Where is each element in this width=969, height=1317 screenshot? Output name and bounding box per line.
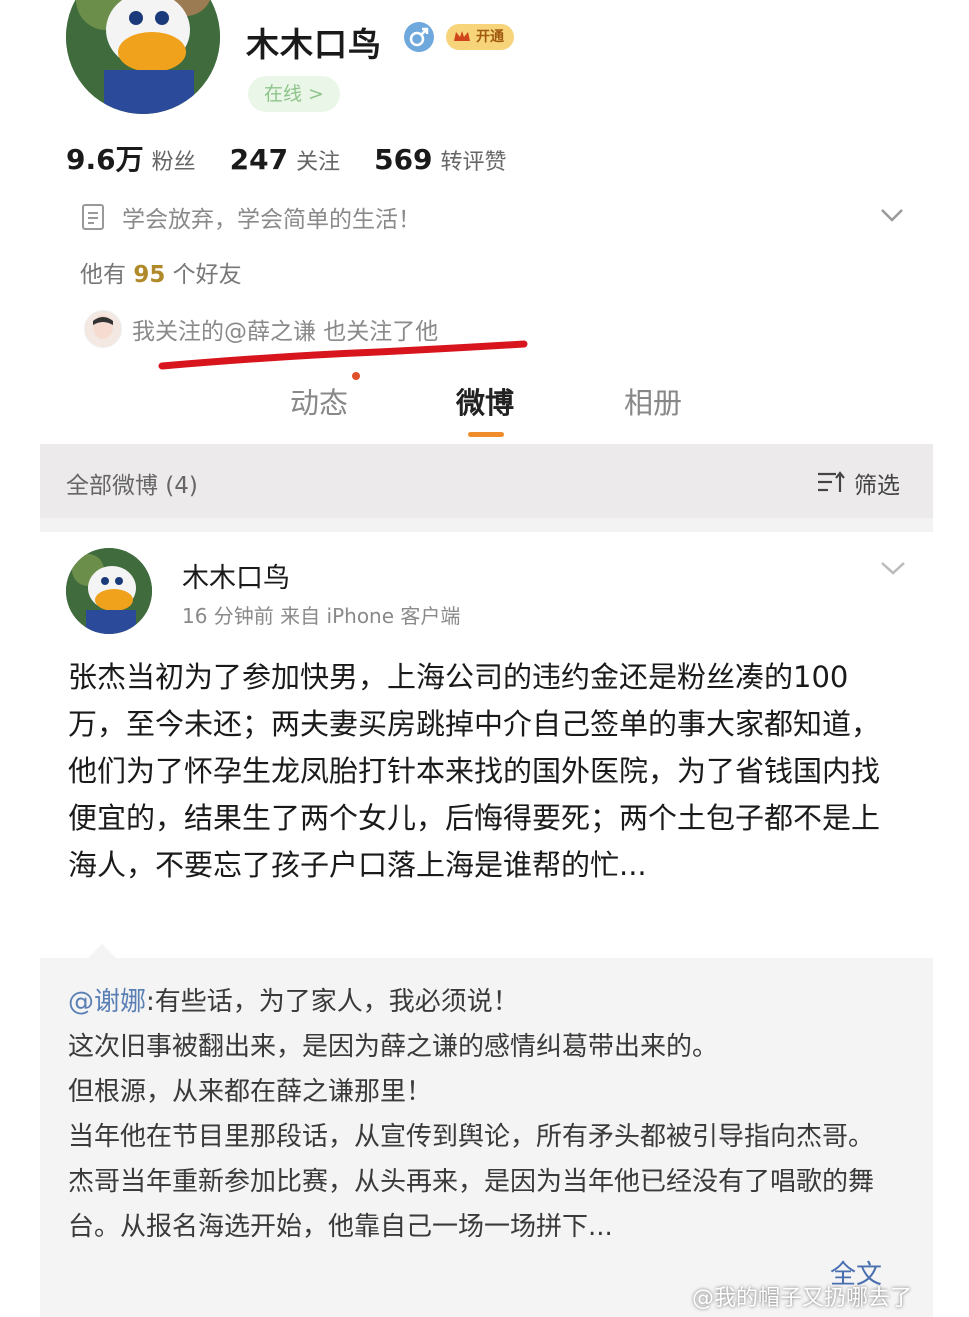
post-author-avatar[interactable]: [66, 548, 152, 634]
vip-open-badge[interactable]: 开通: [446, 24, 514, 50]
friends-suffix: 个好友: [172, 262, 242, 288]
expand-chevron-icon[interactable]: [877, 200, 907, 234]
section-divider: [40, 518, 933, 532]
post-menu-chevron-icon[interactable]: [878, 558, 908, 582]
stat-label: 转评赞: [440, 150, 507, 175]
stat-following[interactable]: 247 关注: [230, 143, 340, 176]
post-author-name[interactable]: 木木口鸟: [182, 556, 290, 595]
quote-caret: [88, 944, 116, 958]
stat-likes[interactable]: 569 转评赞: [374, 143, 506, 176]
stat-followers[interactable]: 9.6万 粉丝: [66, 138, 196, 178]
post-body: 张杰当初为了参加快男，上海公司的违约金还是粉丝凑的100万，至今未还；两夫妻买房…: [68, 660, 881, 882]
online-status-button[interactable]: 在线 >: [248, 76, 340, 112]
profile-stats: 9.6万 粉丝 247 关注 569 转评赞: [66, 138, 507, 178]
quoted-post-text: @谢娜:有些话，为了家人，我必须说！ 这次旧事被翻出来，是因为薛之谦的感情纠葛带…: [68, 980, 898, 1250]
document-icon: [82, 204, 104, 230]
stat-label: 关注: [296, 150, 341, 175]
profile-avatar[interactable]: [66, 0, 220, 114]
red-marker-underline: [158, 340, 528, 370]
friends-count-row[interactable]: 他有 95 个好友: [80, 255, 242, 289]
crown-icon: [454, 31, 470, 41]
stat-label: 粉丝: [151, 150, 196, 175]
tab-weibo[interactable]: 微博: [456, 380, 514, 422]
filter-label: 筛选: [854, 473, 900, 499]
all-posts-label[interactable]: 全部微博 (4): [66, 466, 198, 500]
stat-value: 247: [229, 143, 289, 176]
active-tab-indicator: [468, 432, 504, 437]
filter-icon: [818, 471, 845, 492]
tab-album[interactable]: 相册: [624, 380, 682, 422]
stat-value: 569: [374, 143, 433, 176]
stat-value: 9.6万: [66, 143, 144, 176]
profile-name: 木木口鸟: [246, 25, 382, 64]
mutual-avatar: [84, 310, 122, 348]
bio-text: 学会放弃，学会简单的生活！: [122, 207, 421, 233]
post-meta: 16 分钟前 来自 iPhone 客户端: [182, 604, 461, 628]
friends-count: 95: [133, 262, 166, 288]
vip-label: 开通: [476, 29, 504, 45]
watermark: @我的帽子又扔哪去了: [692, 1286, 913, 1311]
filter-button[interactable]: 筛选: [816, 466, 900, 500]
quoted-post-body: :有些话，为了家人，我必须说！ 这次旧事被翻出来，是因为薛之谦的感情纠葛带出来的…: [68, 987, 875, 1242]
quoted-mention-link[interactable]: @谢娜: [68, 987, 146, 1017]
bio-row: 学会放弃，学会简单的生活！: [80, 200, 421, 234]
notification-dot: [352, 372, 360, 380]
male-gender-icon: [404, 22, 434, 52]
friends-prefix: 他有: [80, 262, 126, 288]
tab-dynamics[interactable]: 动态: [290, 380, 348, 422]
